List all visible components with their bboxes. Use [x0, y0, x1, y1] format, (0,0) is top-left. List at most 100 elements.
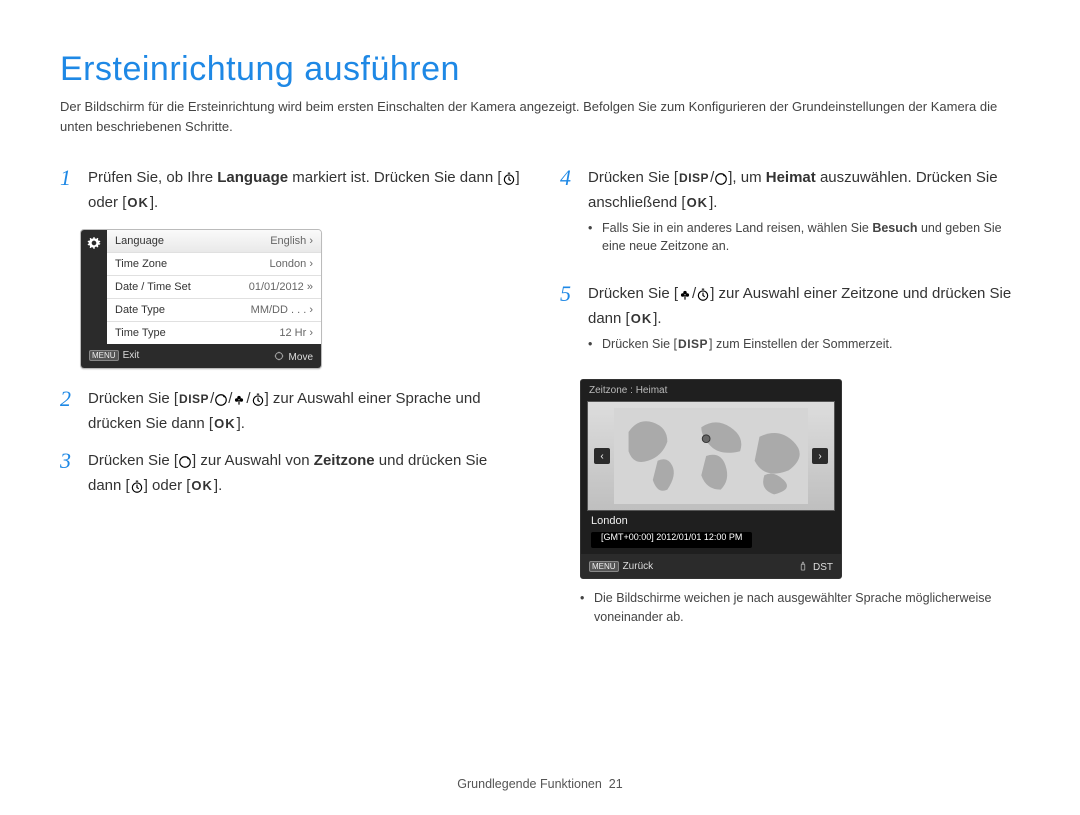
intro-text: Der Bildschirm für die Ersteinrichtung w…: [60, 97, 1020, 136]
timer-icon: [251, 389, 265, 412]
bold-language: Language: [217, 169, 288, 186]
text: Drücken Sie [DISP] zum Einstellen der So…: [602, 335, 1020, 354]
disp-icon: DISP: [677, 335, 709, 353]
row-value: English ›: [270, 235, 313, 247]
timezone-footer: MENUZurück DST: [581, 554, 841, 578]
text: markiert ist. Drücken Sie dann [: [288, 169, 501, 186]
footer-left: MENUExit: [89, 350, 139, 361]
step-4: 4 Drücken Sie [DISP/], um Heimat auszuwä…: [560, 166, 1020, 268]
flower-icon: [678, 284, 692, 307]
timezone-gmt: [GMT+00:00] 2012/01/01 12:00 PM: [591, 532, 752, 548]
step-5: 5 Drücken Sie [/] zur Auswahl einer Zeit…: [560, 282, 1020, 365]
timezone-map: ‹: [587, 401, 835, 511]
page-footer: Grundlegende Funktionen 21: [0, 777, 1080, 791]
row-value: 01/01/2012 »: [249, 281, 313, 293]
ok-icon: OK: [126, 193, 150, 213]
row-value: MM/DD . . . ›: [251, 304, 313, 316]
right-column: 4 Drücken Sie [DISP/], um Heimat auszuwä…: [560, 166, 1020, 639]
footer-right: Move: [272, 349, 313, 363]
columns: 1 Prüfen Sie, ob Ihre Language markiert …: [60, 166, 1020, 639]
text: ], um: [728, 169, 766, 186]
gear-icon: [87, 236, 101, 253]
step-3: 3 Drücken Sie [ ] zur Auswahl von Zeitzon…: [60, 449, 520, 500]
text: Die Bildschirme weichen je nach ausgewäh…: [594, 589, 1020, 627]
text: Drücken Sie [: [88, 390, 178, 407]
text: Drücken Sie [: [88, 452, 178, 469]
step-1: 1 Prüfen Sie, ob Ihre Language markiert …: [60, 166, 520, 215]
text: Drücken Sie [: [588, 285, 678, 302]
footer-section: Grundlegende Funktionen: [457, 777, 602, 791]
step-4-sub: • Falls Sie in ein anderes Land reisen, …: [588, 219, 1020, 257]
menu-badge-icon: MENU: [589, 561, 619, 572]
text: ] oder [: [144, 477, 191, 494]
step-body: Drücken Sie [/] zur Auswahl einer Zeitzo…: [588, 282, 1020, 365]
row-label: Time Type: [115, 327, 166, 339]
camera-menu-screenshot: Language English › Time Zone London › Date…: [80, 229, 322, 369]
menu-row-language: Language English ›: [107, 230, 321, 253]
text: ].: [214, 477, 222, 494]
bold-zeitzone: Zeitzone: [314, 452, 375, 469]
bold-besuch: Besuch: [872, 221, 917, 235]
menu-row-timetype: Time Type 12 Hr ›: [107, 322, 321, 344]
bullet-icon: •: [588, 219, 602, 257]
step-5-sub1: • Drücken Sie [DISP] zum Einstellen der …: [588, 335, 1020, 354]
page: Ersteinrichtung ausführen Der Bildschirm…: [0, 0, 1080, 815]
menu-row-timezone: Time Zone London ›: [107, 253, 321, 276]
step-2: 2 Drücken Sie [DISP///] zur Auswahl eine…: [60, 387, 520, 436]
tick-circle-icon: [714, 168, 728, 191]
disp-icon: DISP: [678, 169, 710, 188]
tick-circle-icon: [214, 389, 228, 412]
timezone-city: London: [581, 511, 841, 527]
ok-icon: OK: [686, 193, 710, 213]
disp-icon: DISP: [178, 390, 210, 409]
row-value: 12 Hr ›: [279, 327, 313, 339]
row-label: Date Type: [115, 304, 165, 316]
footer-right: DST: [796, 559, 833, 573]
bold-heimat: Heimat: [766, 169, 816, 186]
bullet-icon: •: [588, 335, 602, 354]
row-label: Language: [115, 235, 164, 247]
step-body: Drücken Sie [DISP///] zur Auswahl einer …: [88, 387, 520, 436]
step-5-sub2: • Die Bildschirme weichen je nach ausgew…: [580, 589, 1020, 627]
bullet-icon: •: [580, 589, 594, 627]
left-column: 1 Prüfen Sie, ob Ihre Language markiert …: [60, 166, 520, 639]
ok-icon: OK: [213, 414, 237, 434]
text: ].: [237, 415, 245, 432]
step-number: 3: [60, 449, 88, 500]
menu-row-datetime: Date / Time Set 01/01/2012 »: [107, 276, 321, 299]
row-label: Date / Time Set: [115, 281, 191, 293]
world-map-icon: [614, 408, 808, 504]
text: Prüfen Sie, ob Ihre: [88, 169, 217, 186]
step-body: Prüfen Sie, ob Ihre Language markiert is…: [88, 166, 520, 215]
text: ] zur Auswahl von: [192, 452, 314, 469]
footer-left: MENUZurück: [589, 561, 653, 572]
ok-icon: OK: [190, 476, 214, 496]
step-number: 2: [60, 387, 88, 436]
camera-menu-list: Language English › Time Zone London › Date…: [107, 230, 321, 344]
chevron-right-icon: ›: [812, 448, 828, 464]
timezone-title: Zeitzone : Heimat: [581, 380, 841, 401]
camera-menu-footer: MENUExit Move: [81, 344, 321, 368]
timer-icon: [502, 168, 516, 191]
row-label: Time Zone: [115, 258, 167, 270]
ok-icon: OK: [630, 309, 654, 329]
flower-icon: [232, 389, 246, 412]
timer-icon: [696, 284, 710, 307]
page-number: 21: [609, 777, 623, 791]
step-number: 4: [560, 166, 588, 268]
camera-menu-sidebar: [81, 230, 107, 344]
camera-menu-body: Language English › Time Zone London › Date…: [81, 230, 321, 344]
timezone-screenshot: Zeitzone : Heimat ‹: [580, 379, 842, 579]
step-number: 1: [60, 166, 88, 215]
text: Falls Sie in ein anderes Land reisen, wä…: [602, 219, 1020, 257]
tick-circle-icon: [178, 451, 192, 474]
step-body: Drücken Sie [DISP/], um Heimat auszuwähl…: [588, 166, 1020, 268]
row-value: London ›: [270, 258, 313, 270]
menu-badge-icon: MENU: [89, 350, 119, 361]
text: ].: [653, 310, 661, 327]
page-title: Ersteinrichtung ausführen: [60, 50, 1020, 89]
text: ].: [709, 194, 717, 211]
menu-row-datetype: Date Type MM/DD . . . ›: [107, 299, 321, 322]
text: ].: [150, 194, 158, 211]
text: Drücken Sie [: [588, 169, 678, 186]
